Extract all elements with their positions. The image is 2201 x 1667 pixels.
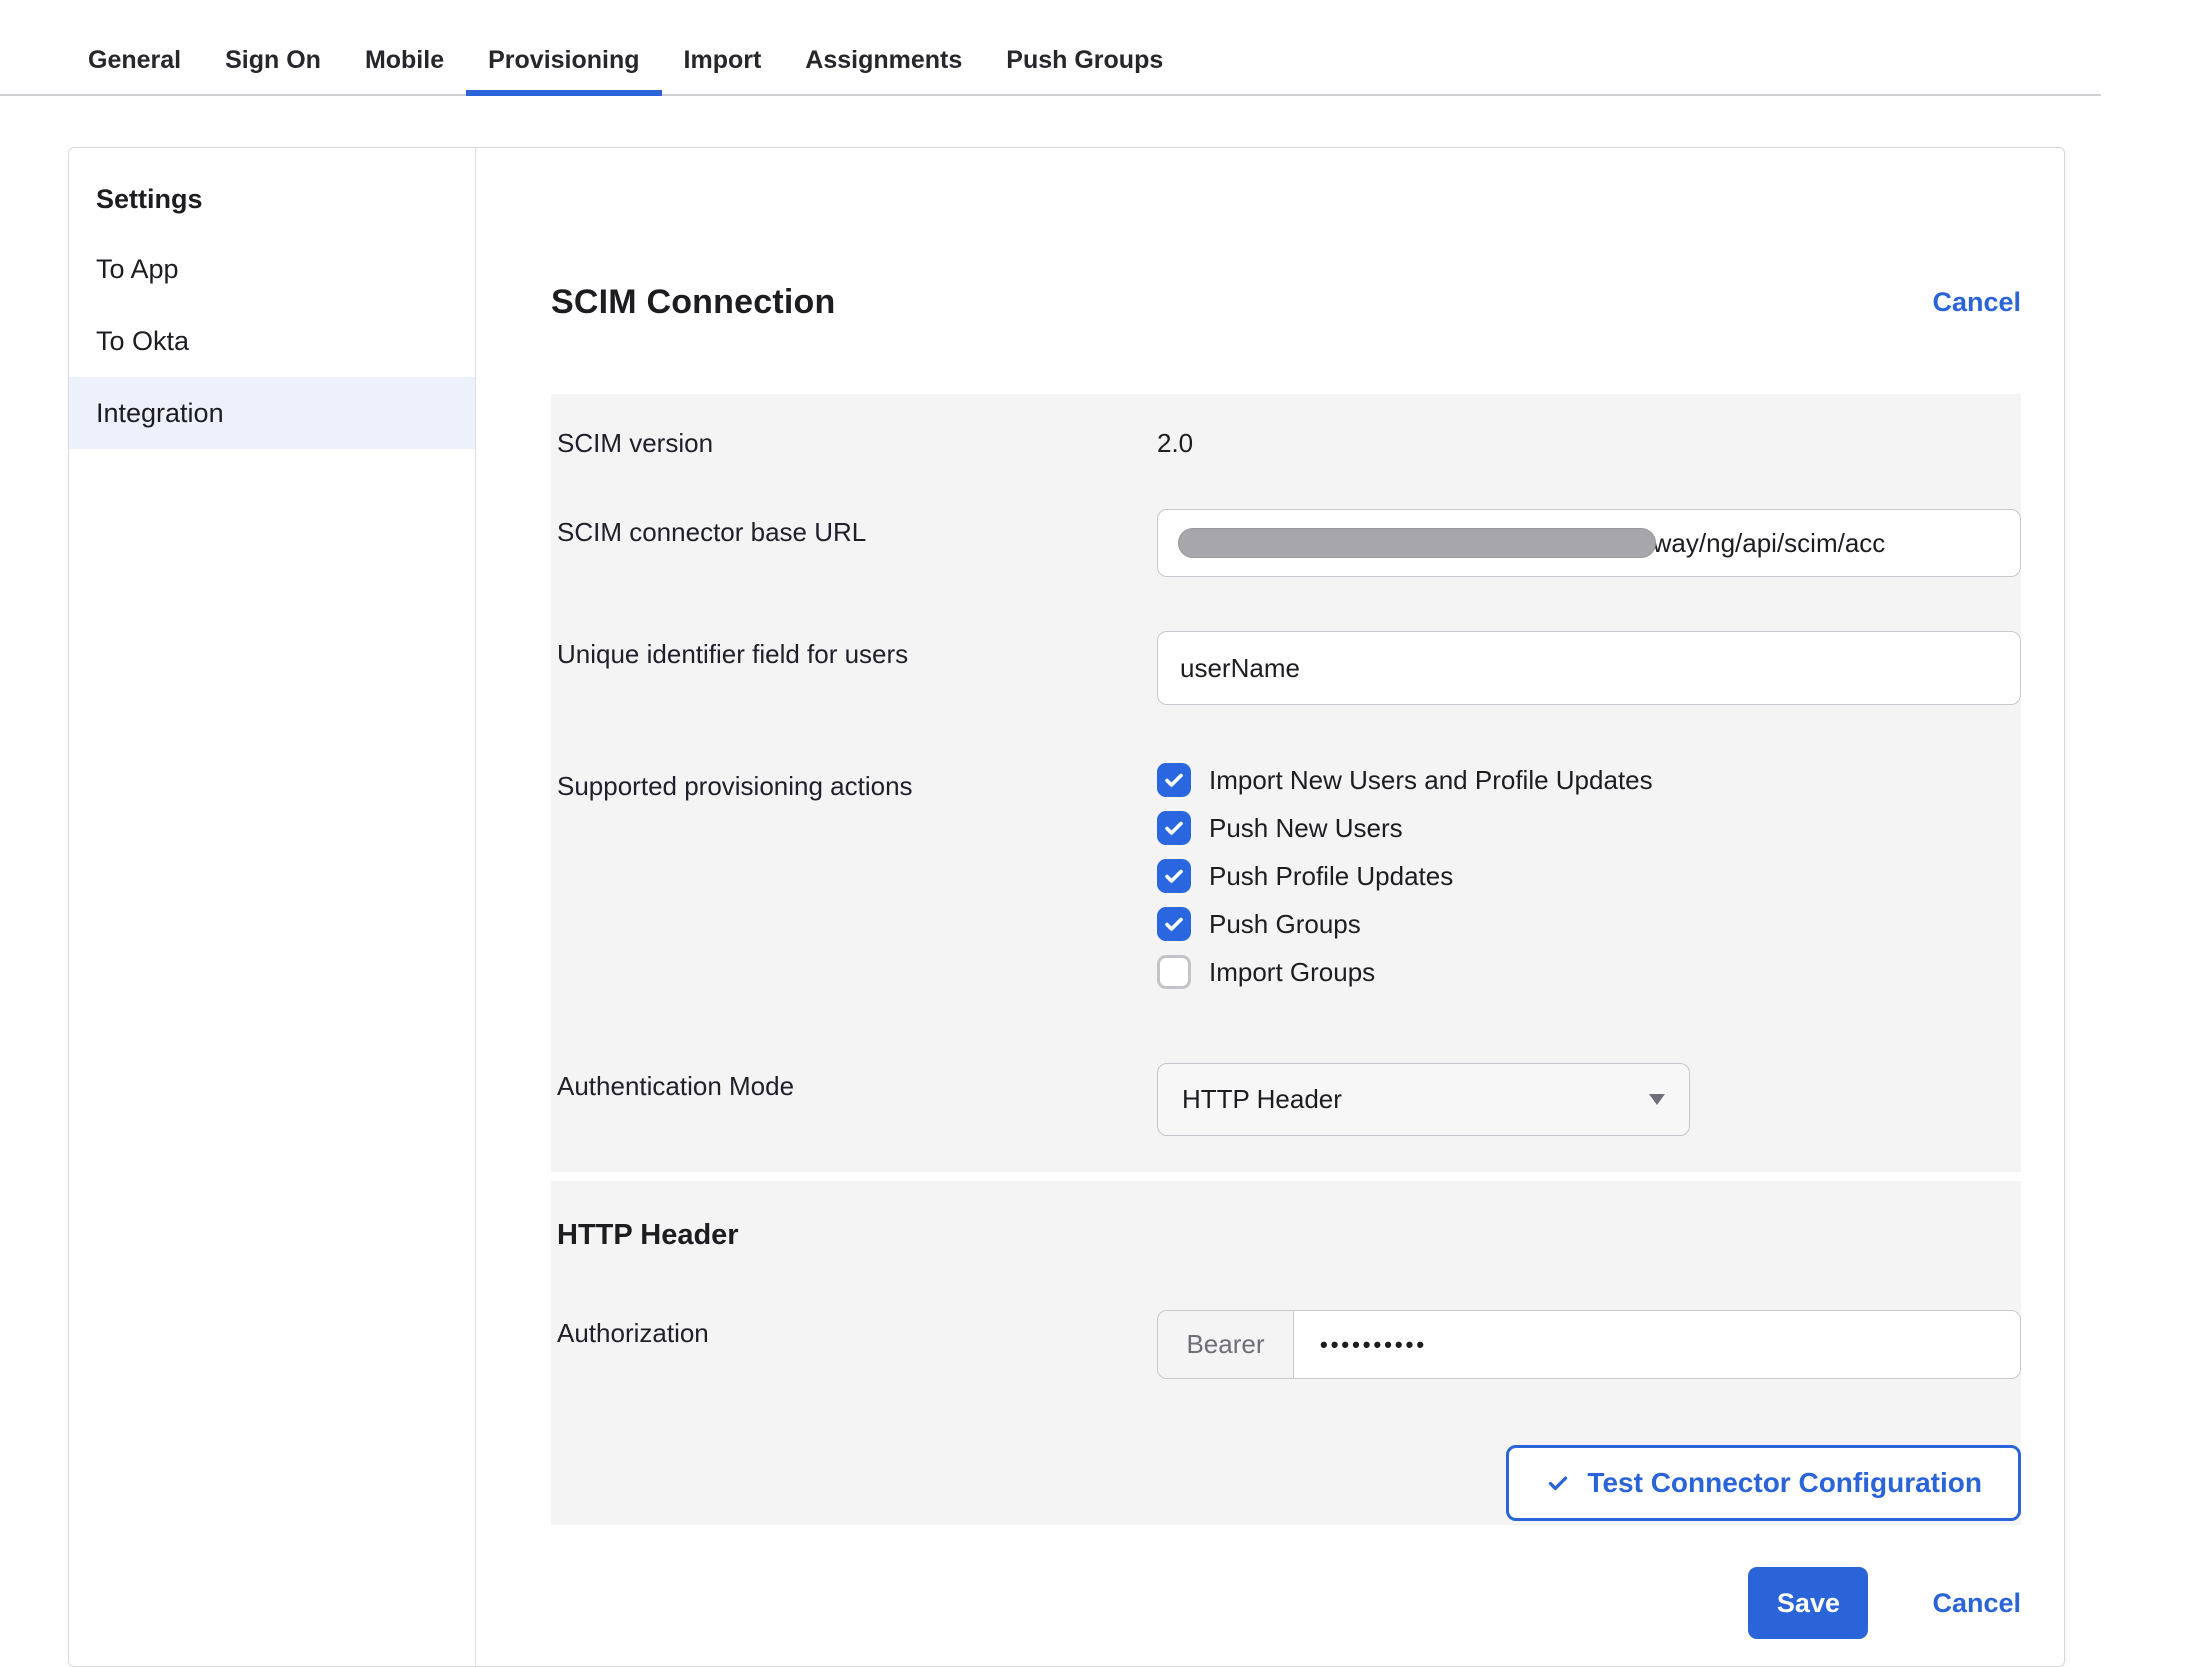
tab-sign-on[interactable]: Sign On xyxy=(203,30,343,96)
checkmark-icon xyxy=(1162,768,1186,792)
app-tab-bar: General Sign On Mobile Provisioning Impo… xyxy=(0,0,2101,96)
authorization-input-group: Bearer •••••••••• xyxy=(1157,1310,2021,1379)
scim-version-row: SCIM version 2.0 xyxy=(551,420,2021,459)
checkbox-label: Push Profile Updates xyxy=(1209,861,1453,892)
test-row: Test Connector Configuration xyxy=(551,1445,2021,1521)
checkbox-row-push-profile-updates: Push Profile Updates xyxy=(1157,859,2021,893)
auth-mode-label: Authentication Mode xyxy=(557,1063,1157,1136)
sidebar-item-integration[interactable]: Integration xyxy=(69,377,475,449)
auth-mode-value: HTTP Header xyxy=(1182,1084,1342,1115)
push-new-users-checkbox[interactable] xyxy=(1157,811,1191,845)
scim-connection-content: SCIM Connection Cancel SCIM version 2.0 … xyxy=(476,148,2064,1666)
redaction-bar xyxy=(1178,528,1656,558)
push-groups-checkbox[interactable] xyxy=(1157,907,1191,941)
checkmark-icon xyxy=(1162,864,1186,888)
scim-version-value: 2.0 xyxy=(1157,420,2021,459)
checkmark-icon xyxy=(1162,816,1186,840)
unique-id-input[interactable]: userName xyxy=(1157,631,2021,705)
authorization-token-input[interactable]: •••••••••• xyxy=(1294,1311,2020,1378)
http-header-title: HTTP Header xyxy=(551,1219,2021,1252)
checkbox-label: Import Groups xyxy=(1209,957,1375,988)
http-header-panel: HTTP Header Authorization Bearer •••••••… xyxy=(551,1181,2021,1525)
tab-provisioning[interactable]: Provisioning xyxy=(466,30,661,96)
tab-mobile[interactable]: Mobile xyxy=(343,30,466,96)
scim-settings-panel: SCIM version 2.0 SCIM connector base URL… xyxy=(551,394,2021,1172)
base-url-label: SCIM connector base URL xyxy=(557,509,1157,577)
checkbox-label: Push Groups xyxy=(1209,909,1361,940)
cancel-link-bottom[interactable]: Cancel xyxy=(1932,1588,2021,1619)
checkbox-row-import-users: Import New Users and Profile Updates xyxy=(1157,763,2021,797)
authorization-label: Authorization xyxy=(557,1310,1157,1379)
bearer-prefix: Bearer xyxy=(1158,1311,1294,1378)
provisioning-actions-row: Supported provisioning actions Import Ne… xyxy=(551,763,2021,1003)
provisioning-card: Settings To App To Okta Integration SCIM… xyxy=(68,147,2065,1667)
import-groups-checkbox[interactable] xyxy=(1157,955,1191,989)
chevron-down-icon xyxy=(1649,1094,1665,1105)
sidebar-heading: Settings xyxy=(69,170,475,229)
tab-push-groups[interactable]: Push Groups xyxy=(984,30,1185,96)
auth-mode-select[interactable]: HTTP Header xyxy=(1157,1063,1690,1136)
test-connector-label: Test Connector Configuration xyxy=(1587,1467,1982,1499)
tab-import[interactable]: Import xyxy=(662,30,784,96)
base-url-input[interactable]: https://b5bd-185-19-67-148.ngrok.io/gate… xyxy=(1157,509,2021,577)
checkmark-icon xyxy=(1545,1470,1571,1496)
import-users-checkbox[interactable] xyxy=(1157,763,1191,797)
checkmark-icon xyxy=(1162,912,1186,936)
auth-mode-row: Authentication Mode HTTP Header xyxy=(551,1063,2021,1136)
checkbox-row-push-new-users: Push New Users xyxy=(1157,811,2021,845)
content-header: SCIM Connection Cancel xyxy=(551,283,2021,322)
test-connector-button[interactable]: Test Connector Configuration xyxy=(1506,1445,2021,1521)
scim-version-label: SCIM version xyxy=(557,420,1157,459)
footer-actions: Save Cancel xyxy=(551,1567,2021,1639)
sidebar-item-to-app[interactable]: To App xyxy=(69,233,475,305)
save-button[interactable]: Save xyxy=(1748,1567,1868,1639)
unique-id-row: Unique identifier field for users userNa… xyxy=(551,631,2021,705)
checkbox-row-push-groups: Push Groups xyxy=(1157,907,2021,941)
sidebar-item-to-okta[interactable]: To Okta xyxy=(69,305,475,377)
push-profile-updates-checkbox[interactable] xyxy=(1157,859,1191,893)
unique-id-label: Unique identifier field for users xyxy=(557,631,1157,705)
checkbox-label: Push New Users xyxy=(1209,813,1403,844)
tab-general[interactable]: General xyxy=(66,30,203,96)
checkbox-row-import-groups: Import Groups xyxy=(1157,955,2021,989)
settings-sidebar: Settings To App To Okta Integration xyxy=(69,148,476,1666)
unique-id-value: userName xyxy=(1180,653,1300,684)
page-title: SCIM Connection xyxy=(551,283,835,322)
base-url-row: SCIM connector base URL https://b5bd-185… xyxy=(551,509,2021,577)
checkbox-label: Import New Users and Profile Updates xyxy=(1209,765,1653,796)
provisioning-actions-label: Supported provisioning actions xyxy=(557,763,1157,1003)
tab-assignments[interactable]: Assignments xyxy=(783,30,984,96)
authorization-row: Authorization Bearer •••••••••• xyxy=(551,1310,2021,1379)
cancel-link-top[interactable]: Cancel xyxy=(1932,287,2021,318)
